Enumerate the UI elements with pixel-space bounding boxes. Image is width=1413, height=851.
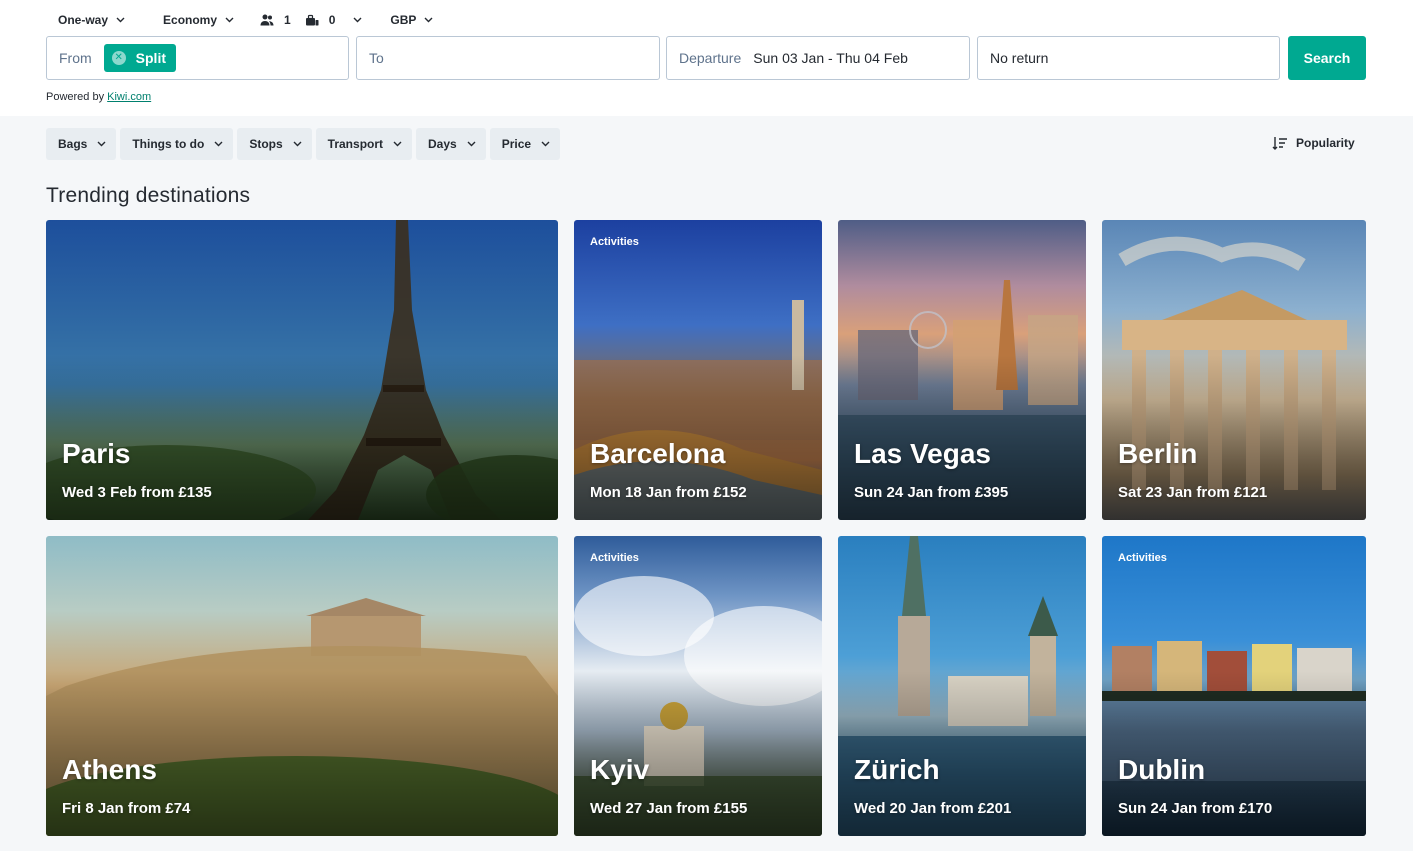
card-overlay bbox=[46, 536, 558, 836]
destination-card-barcelona[interactable]: Activities Barcelona Mon 18 Jan from £15… bbox=[574, 220, 822, 520]
chevron-down-icon bbox=[293, 141, 302, 147]
passenger-count: 1 bbox=[260, 13, 291, 27]
filter-transport[interactable]: Transport bbox=[315, 128, 413, 160]
filter-label: Transport bbox=[327, 137, 384, 151]
bag-icon bbox=[305, 14, 319, 26]
currency-select[interactable]: GBP bbox=[390, 8, 437, 32]
passenger-count-value: 1 bbox=[284, 13, 291, 27]
departure-field[interactable]: Departure Sun 03 Jan - Thu 04 Feb bbox=[666, 36, 970, 80]
from-chip-label: Split bbox=[135, 50, 167, 66]
card-overlay bbox=[838, 220, 1086, 520]
destination-card-las-vegas[interactable]: Las Vegas Sun 24 Jan from £395 bbox=[838, 220, 1086, 520]
activities-badge: Activities bbox=[590, 552, 639, 564]
filter-label: Days bbox=[428, 137, 457, 151]
card-overlay bbox=[574, 536, 822, 836]
destination-city: Paris bbox=[62, 438, 131, 469]
cabin-class-select[interactable]: Economy bbox=[151, 8, 238, 32]
close-icon[interactable]: ✕ bbox=[111, 51, 126, 65]
search-button[interactable]: Search bbox=[1288, 36, 1366, 80]
destination-card-berlin[interactable]: Berlin Sat 23 Jan from £121 bbox=[1102, 220, 1366, 520]
filter-bar: Bags Things to do Stops Transport Days P… bbox=[46, 128, 564, 160]
section-title: Trending destinations bbox=[46, 184, 251, 207]
from-label: From bbox=[59, 50, 92, 66]
filter-price[interactable]: Price bbox=[489, 128, 561, 160]
chevron-down-icon bbox=[393, 141, 402, 147]
cabin-class-label: Economy bbox=[163, 13, 218, 27]
chevron-down-icon bbox=[97, 141, 106, 147]
chevron-down-icon bbox=[541, 141, 550, 147]
card-overlay bbox=[838, 536, 1086, 836]
powered-by: Powered by Kiwi.com bbox=[46, 91, 151, 103]
chevron-down-icon bbox=[214, 141, 223, 147]
bag-count: 0 bbox=[305, 13, 336, 27]
activities-badge: Activities bbox=[1118, 552, 1167, 564]
departure-label: Departure bbox=[679, 50, 742, 66]
destination-subtitle: Sun 24 Jan from £170 bbox=[1118, 800, 1273, 817]
return-value: No return bbox=[990, 50, 1049, 66]
powered-by-text: Powered by bbox=[46, 91, 105, 103]
to-field[interactable]: To bbox=[356, 36, 660, 80]
filter-label: Things to do bbox=[132, 137, 205, 151]
search-panel: One-way Economy 1 0 GBP From ✕ Split To … bbox=[0, 0, 1413, 116]
card-overlay bbox=[1102, 536, 1366, 836]
chevron-down-icon bbox=[225, 17, 234, 23]
destination-card-dublin[interactable]: Activities Dublin Sun 24 Jan from £170 bbox=[1102, 536, 1366, 836]
card-overlay bbox=[46, 220, 558, 520]
destination-subtitle: Wed 27 Jan from £155 bbox=[590, 800, 748, 817]
destination-city: Las Vegas bbox=[854, 438, 991, 469]
trip-type-select[interactable]: One-way bbox=[46, 8, 129, 32]
sort-icon bbox=[1272, 137, 1287, 150]
search-options: One-way Economy 1 0 GBP bbox=[46, 8, 459, 32]
currency-label: GBP bbox=[390, 13, 417, 27]
filter-bags[interactable]: Bags bbox=[46, 128, 117, 160]
sort-label: Popularity bbox=[1296, 136, 1355, 150]
destination-city: Dublin bbox=[1118, 754, 1206, 785]
destination-subtitle: Wed 20 Jan from £201 bbox=[854, 800, 1012, 817]
from-chip[interactable]: ✕ Split bbox=[103, 44, 177, 72]
bag-count-value: 0 bbox=[328, 13, 336, 27]
filter-stops[interactable]: Stops bbox=[237, 128, 312, 160]
card-overlay bbox=[1102, 220, 1366, 520]
destination-city: Barcelona bbox=[590, 438, 726, 469]
filter-label: Stops bbox=[249, 137, 283, 151]
destination-city: Zürich bbox=[854, 754, 940, 785]
return-field[interactable]: No return bbox=[977, 36, 1280, 80]
passengers-select[interactable]: 1 0 bbox=[260, 8, 390, 32]
sort-select[interactable]: Popularity bbox=[1272, 136, 1355, 150]
trip-type-label: One-way bbox=[58, 13, 109, 27]
departure-value: Sun 03 Jan - Thu 04 Feb bbox=[753, 50, 908, 66]
destination-subtitle: Sun 24 Jan from £395 bbox=[854, 484, 1009, 501]
destination-card-athens[interactable]: Athens Fri 8 Jan from £74 bbox=[46, 536, 558, 836]
activities-badge: Activities bbox=[590, 236, 639, 248]
destination-subtitle: Sat 23 Jan from £121 bbox=[1118, 484, 1268, 501]
destination-card-paris[interactable]: Paris Wed 3 Feb from £135 bbox=[46, 220, 558, 520]
filter-label: Price bbox=[501, 137, 532, 151]
destination-card-zurich[interactable]: Zürich Wed 20 Jan from £201 bbox=[838, 536, 1086, 836]
destination-city: Berlin bbox=[1118, 438, 1198, 469]
card-overlay bbox=[574, 220, 822, 520]
destination-subtitle: Wed 3 Feb from £135 bbox=[62, 484, 212, 501]
passenger-icon bbox=[260, 14, 274, 26]
destination-subtitle: Mon 18 Jan from £152 bbox=[590, 484, 747, 501]
filter-things-to-do[interactable]: Things to do bbox=[120, 128, 234, 160]
chevron-down-icon bbox=[424, 17, 433, 23]
results-area: Bags Things to do Stops Transport Days P… bbox=[0, 116, 1413, 851]
from-field[interactable]: From ✕ Split bbox=[46, 36, 349, 80]
chevron-down-icon bbox=[353, 17, 362, 23]
filter-label: Bags bbox=[58, 137, 88, 151]
chevron-down-icon bbox=[467, 141, 476, 147]
kiwi-link[interactable]: Kiwi.com bbox=[107, 91, 151, 103]
destination-card-kyiv[interactable]: Activities Kyiv Wed 27 Jan from £155 bbox=[574, 536, 822, 836]
filter-days[interactable]: Days bbox=[416, 128, 486, 160]
destination-city: Athens bbox=[62, 754, 157, 785]
chevron-down-icon bbox=[116, 17, 125, 23]
destination-subtitle: Fri 8 Jan from £74 bbox=[62, 800, 191, 817]
destination-city: Kyiv bbox=[590, 754, 650, 785]
to-placeholder: To bbox=[369, 50, 384, 66]
